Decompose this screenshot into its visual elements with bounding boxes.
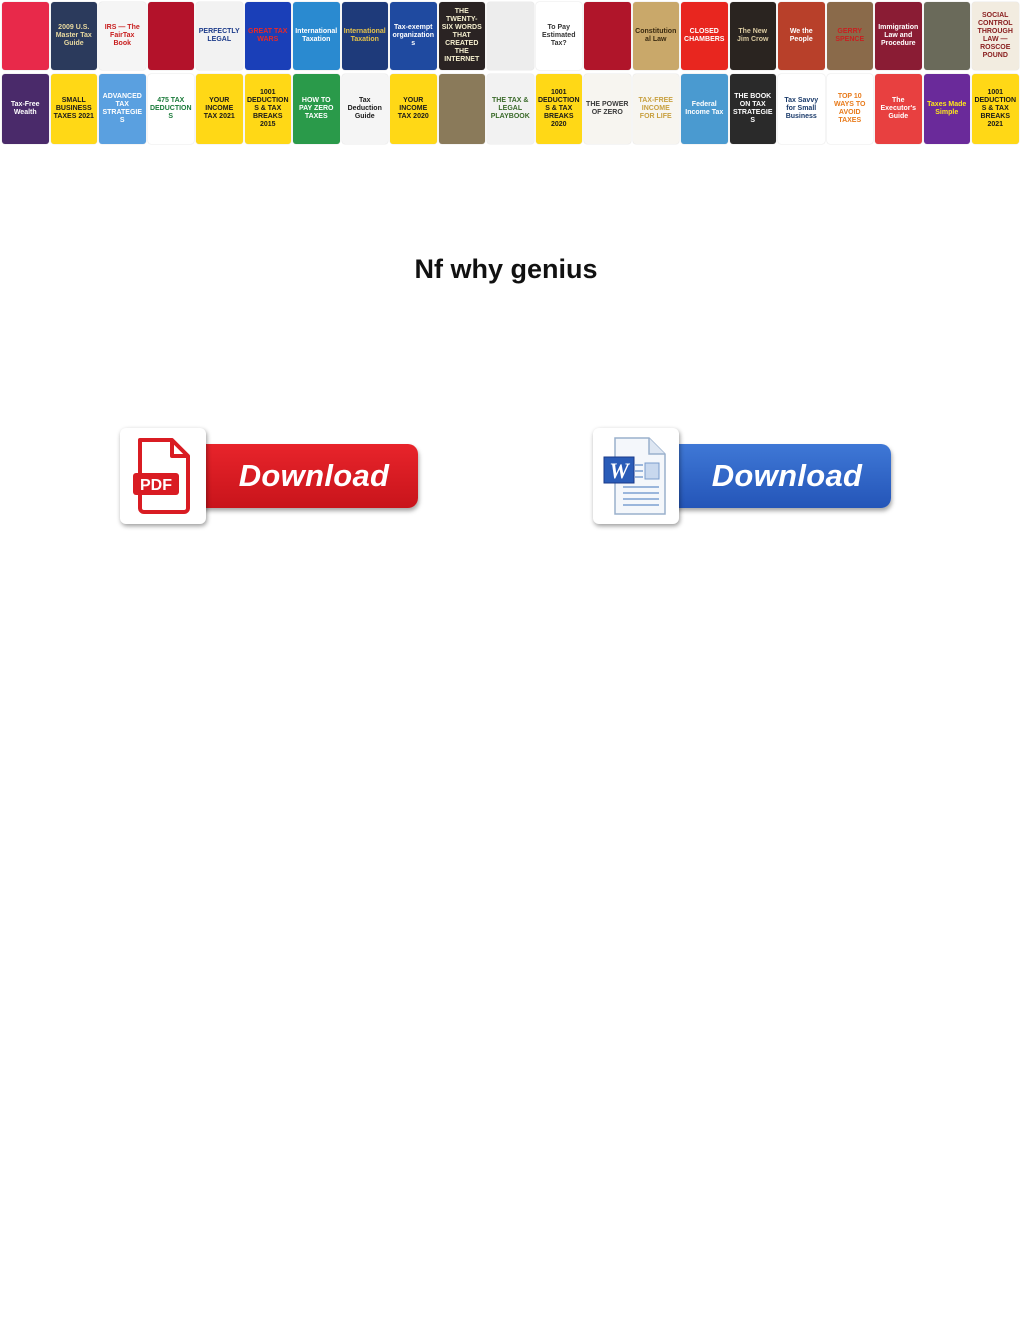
book-cover-title: YOUR INCOME TAX 2020: [397, 97, 429, 120]
pdf-download-button[interactable]: Download PDF: [120, 428, 420, 526]
book-cover[interactable]: International Taxation: [293, 2, 340, 70]
book-cover-title: Tax Savvy for Small Business: [784, 97, 819, 120]
book-cover[interactable]: Constitutional Law: [632, 2, 679, 70]
book-cover-title: International Taxation: [343, 28, 386, 43]
book-cover-title: The Executor's Guide: [880, 97, 916, 120]
book-cover[interactable]: To Pay Estimated Tax?: [535, 2, 582, 70]
book-cover-title: Federal Income Tax: [685, 101, 724, 116]
book-cover-title: PERFECTLY LEGAL: [198, 28, 240, 43]
book-cover[interactable]: [2, 2, 49, 70]
book-cover-title: Constitutional Law: [635, 28, 677, 43]
book-cover-title: Tax-Free Wealth: [10, 101, 40, 116]
book-cover[interactable]: SOCIAL CONTROL THROUGH LAW — ROSCOE POUN…: [972, 2, 1019, 70]
book-row-1: 2009 U.S. Master Tax Guide IRS — The Fair…: [2, 2, 1020, 70]
book-cover[interactable]: [487, 2, 534, 70]
book-cover[interactable]: GREAT TAX WARS: [244, 2, 291, 70]
book-cover[interactable]: [438, 74, 485, 144]
book-cover[interactable]: Immigration Law and Procedure: [875, 2, 922, 70]
book-cover[interactable]: SMALL BUSINESS TAXES 2021: [50, 74, 97, 144]
book-cover-title: ADVANCED TAX STRATEGIES: [102, 93, 143, 124]
book-cover-title: THE TWENTY-SIX WORDS THAT CREATED THE IN…: [441, 8, 482, 63]
pdf-download-bar[interactable]: Download: [190, 444, 418, 508]
book-cover-title: SOCIAL CONTROL THROUGH LAW — ROSCOE POUN…: [977, 12, 1013, 59]
word-download-label: Download: [711, 458, 863, 493]
book-cover[interactable]: [147, 2, 194, 70]
book-cover-title: Taxes Made Simple: [927, 101, 967, 116]
book-cover[interactable]: TAX-FREE INCOME FOR LIFE: [632, 74, 679, 144]
book-cover[interactable]: The New Jim Crow: [729, 2, 776, 70]
book-cover-title: 2009 U.S. Master Tax Guide: [55, 24, 92, 47]
book-cover-title: 1001 DEDUCTIONS & TAX BREAKS 2015: [246, 89, 289, 128]
book-cover-title: TAX-FREE INCOME FOR LIFE: [638, 97, 673, 120]
book-cover[interactable]: HOW TO PAY ZERO TAXES: [293, 74, 340, 144]
book-cover[interactable]: PERFECTLY LEGAL: [196, 2, 243, 70]
book-cover[interactable]: Tax-Free Wealth: [2, 74, 49, 144]
pdf-download-label: Download: [238, 458, 390, 493]
book-cover[interactable]: We the People: [778, 2, 825, 70]
book-cover-title: THE POWER OF ZERO: [586, 101, 629, 116]
book-cover-title: The New Jim Crow: [736, 28, 769, 43]
book-cover-title: Tax-exempt organizations: [392, 24, 435, 47]
pdf-badge-text: PDF: [140, 477, 172, 494]
book-cover-title: SMALL BUSINESS TAXES 2021: [53, 97, 94, 120]
book-cover[interactable]: GERRY SPENCE: [826, 2, 873, 70]
book-cover-title: We the People: [789, 28, 813, 43]
book-cover-title: International Taxation: [295, 28, 338, 43]
book-cover-title: GREAT TAX WARS: [248, 28, 288, 43]
book-cover[interactable]: The Executor's Guide: [875, 74, 922, 144]
book-cover[interactable]: Taxes Made Simple: [923, 74, 970, 144]
book-cover[interactable]: International Taxation: [341, 2, 388, 70]
book-cover[interactable]: ADVANCED TAX STRATEGIES: [99, 74, 146, 144]
pdf-file-icon: PDF: [120, 428, 206, 524]
word-download-bar[interactable]: Download: [663, 444, 891, 508]
word-file-icon: W: [593, 428, 679, 524]
book-cover[interactable]: 1001 DEDUCTIONS & TAX BREAKS 2015: [244, 74, 291, 144]
page-title: Nf why genius: [414, 254, 598, 284]
book-cover-title: 1001 DEDUCTIONS & TAX BREAKS 2021: [974, 89, 1017, 128]
book-cover[interactable]: CLOSED CHAMBERS: [681, 2, 728, 70]
book-cover-title: YOUR INCOME TAX 2021: [203, 97, 235, 120]
book-cover-title: GERRY SPENCE: [835, 28, 865, 43]
word-download-button[interactable]: Download W: [593, 428, 893, 526]
book-cover-title: THE TAX & LEGAL PLAYBOOK: [490, 97, 530, 120]
book-cover-strip: 2009 U.S. Master Tax Guide IRS — The Fair…: [2, 2, 1020, 148]
book-cover-title: Tax Deduction Guide: [347, 97, 382, 120]
book-cover-title: TOP 10 WAYS TO AVOID TAXES: [833, 93, 866, 124]
book-cover[interactable]: 2009 U.S. Master Tax Guide: [50, 2, 97, 70]
book-cover[interactable]: IRS — The FairTax Book: [99, 2, 146, 70]
book-cover[interactable]: Tax Savvy for Small Business: [778, 74, 825, 144]
book-cover[interactable]: Tax Deduction Guide: [341, 74, 388, 144]
book-cover[interactable]: 475 TAX DEDUCTIONS: [147, 74, 194, 144]
book-cover[interactable]: [584, 2, 631, 70]
book-cover-title: HOW TO PAY ZERO TAXES: [299, 97, 334, 120]
book-cover[interactable]: 1001 DEDUCTIONS & TAX BREAKS 2021: [972, 74, 1019, 144]
book-cover[interactable]: THE POWER OF ZERO: [584, 74, 631, 144]
book-cover[interactable]: Federal Income Tax: [681, 74, 728, 144]
book-cover-title: 475 TAX DEDUCTIONS: [149, 97, 192, 120]
book-cover-title: 1001 DEDUCTIONS & TAX BREAKS 2020: [537, 89, 580, 128]
book-cover-title: IRS — The FairTax Book: [104, 24, 140, 47]
book-cover[interactable]: THE TWENTY-SIX WORDS THAT CREATED THE IN…: [438, 2, 485, 70]
book-cover-title: Immigration Law and Procedure: [878, 24, 919, 47]
book-cover[interactable]: THE TAX & LEGAL PLAYBOOK: [487, 74, 534, 144]
book-row-2: Tax-Free Wealth SMALL BUSINESS TAXES 2021…: [2, 74, 1020, 144]
book-cover[interactable]: YOUR INCOME TAX 2020: [390, 74, 437, 144]
book-cover[interactable]: YOUR INCOME TAX 2021: [196, 74, 243, 144]
book-cover[interactable]: Tax-exempt organizations: [390, 2, 437, 70]
word-badge-text: W: [609, 458, 630, 483]
book-cover-title: To Pay Estimated Tax?: [542, 24, 576, 47]
book-cover[interactable]: 1001 DEDUCTIONS & TAX BREAKS 2020: [535, 74, 582, 144]
book-cover[interactable]: THE BOOK ON TAX STRATEGIES: [729, 74, 776, 144]
book-cover-title: THE BOOK ON TAX STRATEGIES: [732, 93, 773, 124]
book-cover[interactable]: TOP 10 WAYS TO AVOID TAXES: [826, 74, 873, 144]
book-cover[interactable]: [923, 2, 970, 70]
book-cover-title: CLOSED CHAMBERS: [684, 28, 725, 43]
